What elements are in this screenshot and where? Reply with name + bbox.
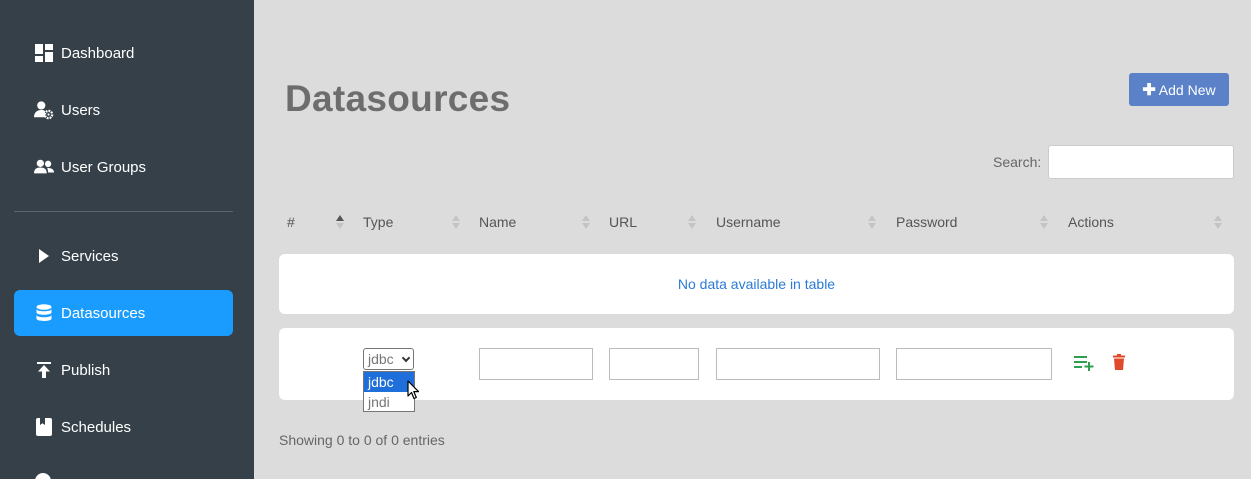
user-gear-icon: [34, 100, 54, 120]
column-header-number[interactable]: #: [287, 214, 295, 230]
table-info: Showing 0 to 0 of 0 entries: [279, 432, 445, 448]
user-group-icon: [34, 157, 54, 177]
sort-icon: [452, 213, 460, 231]
sidebar-divider: [14, 211, 233, 212]
sidebar-item-dashboard[interactable]: Dashboard: [14, 30, 233, 76]
username-field[interactable]: [716, 348, 880, 380]
sort-icon: [868, 213, 876, 231]
column-header-password[interactable]: Password: [896, 214, 957, 230]
upload-icon: [34, 360, 54, 380]
bookmark-icon: [34, 417, 54, 437]
sort-icon: [336, 213, 344, 231]
sidebar: Dashboard Users User Groups Services Dat…: [0, 0, 254, 479]
name-field[interactable]: [479, 348, 593, 380]
database-icon: [34, 303, 54, 323]
add-new-label: Add New: [1158, 81, 1216, 98]
type-select-value: jdbc: [368, 351, 394, 367]
search-input[interactable]: [1048, 145, 1234, 179]
sidebar-item-label: Schedules: [61, 418, 132, 436]
sidebar-item-publish[interactable]: Publish: [14, 347, 233, 393]
sidebar-item-services[interactable]: Services: [14, 233, 233, 279]
column-header-username[interactable]: Username: [716, 214, 781, 230]
sidebar-item-users[interactable]: Users: [14, 87, 233, 133]
sidebar-item-label: Publish: [61, 361, 111, 379]
chevron-down-icon: [401, 353, 411, 363]
plus-icon: ✚: [1142, 81, 1156, 99]
sidebar-item-label: Services: [61, 247, 119, 265]
password-field[interactable]: [896, 348, 1052, 380]
empty-message: No data available in table: [677, 276, 836, 292]
type-select[interactable]: jdbc: [363, 348, 414, 370]
sort-icon: [1040, 213, 1048, 231]
sidebar-item-label: Dashboard: [61, 44, 135, 62]
partial-icon: [34, 472, 52, 479]
page-title: Datasources: [285, 78, 511, 119]
column-header-url[interactable]: URL: [609, 214, 637, 230]
sort-icon: [582, 213, 590, 231]
empty-table-row: No data available in table: [279, 254, 1234, 314]
sidebar-item-user-groups[interactable]: User Groups: [14, 144, 233, 190]
add-row-icon[interactable]: [1074, 355, 1096, 376]
delete-icon[interactable]: [1113, 354, 1125, 375]
sidebar-item-datasources[interactable]: Datasources: [14, 290, 233, 336]
sort-icon: [1214, 213, 1222, 231]
sort-icon: [688, 213, 696, 231]
play-icon: [34, 246, 54, 266]
mouse-pointer-icon: [407, 380, 420, 406]
column-header-actions[interactable]: Actions: [1068, 214, 1114, 230]
sidebar-item-label: Users: [61, 101, 101, 119]
sidebar-item-label: Datasources: [61, 304, 146, 322]
dashboard-icon: [34, 43, 54, 63]
sidebar-item-label: User Groups: [61, 158, 147, 176]
column-header-type[interactable]: Type: [363, 214, 393, 230]
sidebar-item-schedules[interactable]: Schedules: [14, 404, 233, 450]
add-new-button[interactable]: ✚ Add New: [1129, 73, 1229, 106]
search-label: Search:: [993, 154, 1042, 170]
url-field[interactable]: [609, 348, 699, 380]
column-header-name[interactable]: Name: [479, 214, 516, 230]
